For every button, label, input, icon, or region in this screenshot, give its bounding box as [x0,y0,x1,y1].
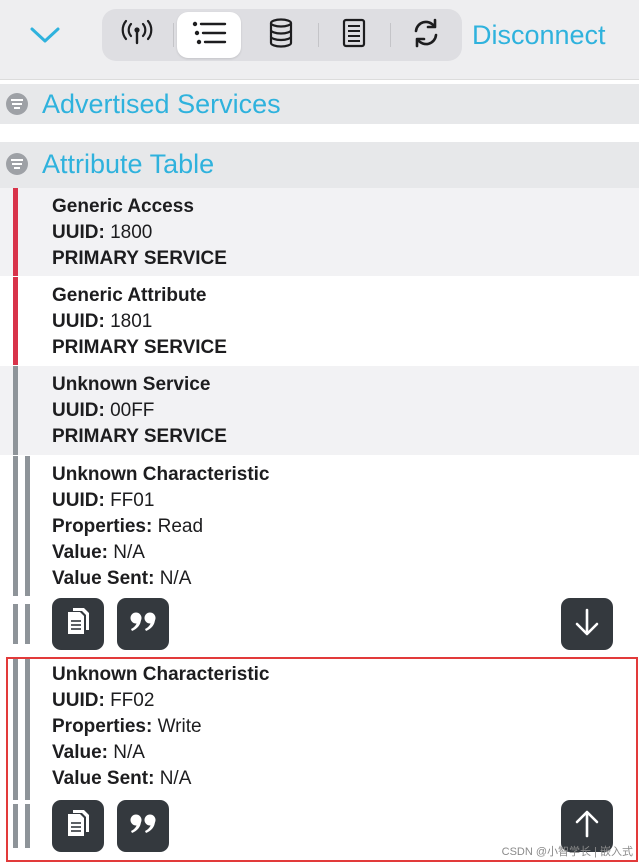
characteristic-name: Unknown Characteristic [52,464,270,485]
value-label: Value: [52,542,108,563]
service-color-bar [13,456,18,596]
segment-divider [390,23,391,47]
characteristic-actions-ff01 [0,596,639,652]
section-toggle-icon [5,92,29,116]
service-type: PRIMARY SERVICE [52,426,227,447]
service-row-generic-attribute[interactable]: Generic Attribute UUID: 1801 PRIMARY SER… [0,277,639,365]
characteristic-value: Value: N/A [52,740,629,766]
uuid-label: UUID: [52,690,105,711]
properties-label: Properties: [52,716,153,737]
characteristic-row-ff02[interactable]: Unknown Characteristic UUID: FF02 Proper… [0,658,639,800]
characteristic-color-bar [25,658,30,800]
service-uuid: UUID: 00FF [52,398,629,424]
uuid-label: UUID: [52,222,105,243]
service-name: Generic Attribute [52,285,207,306]
format-button[interactable] [117,800,169,852]
service-type: PRIMARY SERVICE [52,248,227,269]
section-title: Attribute Table [42,149,215,179]
uuid-value: FF01 [110,490,155,511]
service-details: Unknown Service UUID: 00FF PRIMARY SERVI… [52,372,629,450]
value-label: Value: [52,742,108,763]
properties-value: Write [157,716,202,737]
characteristic-uuid: UUID: FF02 [52,688,629,714]
service-color-bar [13,277,18,365]
characteristic-uuid: UUID: FF01 [52,488,629,514]
uuid-label: UUID: [52,311,105,332]
service-color-bar [13,366,18,455]
characteristic-details: Unknown Characteristic UUID: FF01 Proper… [52,462,629,592]
value-sent-label: Value Sent: [52,568,155,589]
value-sent-value: N/A [159,568,192,589]
service-details: Generic Access UUID: 1800 PRIMARY SERVIC… [52,194,629,272]
segment-refresh[interactable] [394,12,458,58]
service-color-bar [13,804,18,848]
watermark-text: CSDN @小智学长 | 嵌入式 [501,846,633,858]
characteristic-row-ff01[interactable]: Unknown Characteristic UUID: FF01 Proper… [0,456,639,596]
uuid-value: FF02 [110,690,155,711]
characteristic-properties: Properties: Read [52,514,629,540]
arrow-down-icon [574,607,600,642]
format-button[interactable] [117,598,169,650]
refresh-icon [410,17,442,54]
quote-icon [128,813,158,840]
uuid-label: UUID: [52,490,105,511]
value-value: N/A [113,542,145,563]
characteristic-color-bar [25,456,30,596]
properties-label: Properties: [52,516,153,537]
uuid-label: UUID: [52,400,105,421]
advertised-services-header[interactable]: Advertised Services [0,84,639,124]
copy-button[interactable] [52,800,104,852]
service-color-bar [13,658,18,800]
segment-database[interactable] [249,12,313,58]
uuid-value: 00FF [110,400,155,421]
characteristic-value: Value: N/A [52,540,629,566]
service-name: Unknown Service [52,374,211,395]
disconnect-button[interactable]: Disconnect [472,17,606,53]
segment-advertisement[interactable] [105,12,169,58]
service-color-bar [13,188,18,276]
arrow-up-icon [574,809,600,844]
section-toggle-icon [5,152,29,176]
database-icon [268,17,294,53]
log-icon [341,18,367,53]
characteristic-color-bar [25,804,30,848]
section-title: Advertised Services [42,89,281,119]
uuid-value: 1800 [110,222,153,243]
characteristic-value-sent: Value Sent: N/A [52,766,629,792]
attribute-table-header[interactable]: Attribute Table [0,142,639,188]
antenna-icon [120,19,154,52]
value-value: N/A [113,742,145,763]
characteristic-value-sent: Value Sent: N/A [52,566,629,592]
service-row-unknown-service[interactable]: Unknown Service UUID: 00FF PRIMARY SERVI… [0,366,639,455]
segment-divider [173,23,174,47]
value-sent-value: N/A [159,768,192,789]
service-details: Generic Attribute UUID: 1801 PRIMARY SER… [52,283,629,361]
quote-icon [128,611,158,638]
list-icon [191,20,227,51]
service-name: Generic Access [52,196,194,217]
characteristic-properties: Properties: Write [52,714,629,740]
chevron-down-icon[interactable] [27,20,63,50]
service-type: PRIMARY SERVICE [52,337,227,358]
segment-log[interactable] [322,12,386,58]
copy-button[interactable] [52,598,104,650]
uuid-value: 1801 [110,311,153,332]
view-segmented-control [102,9,462,61]
copy-icon [64,606,92,643]
service-uuid: UUID: 1800 [52,220,629,246]
characteristic-details: Unknown Characteristic UUID: FF02 Proper… [52,662,629,792]
segment-divider [318,23,319,47]
read-button[interactable] [561,598,613,650]
segment-attribute-table[interactable] [177,12,241,58]
service-color-bar [13,604,18,644]
copy-icon [64,808,92,845]
value-sent-label: Value Sent: [52,768,155,789]
toolbar: Disconnect [0,0,639,80]
service-uuid: UUID: 1801 [52,309,629,335]
properties-value: Read [157,516,204,537]
characteristic-name: Unknown Characteristic [52,664,270,685]
service-row-generic-access[interactable]: Generic Access UUID: 1800 PRIMARY SERVIC… [0,188,639,276]
characteristic-color-bar [25,604,30,644]
